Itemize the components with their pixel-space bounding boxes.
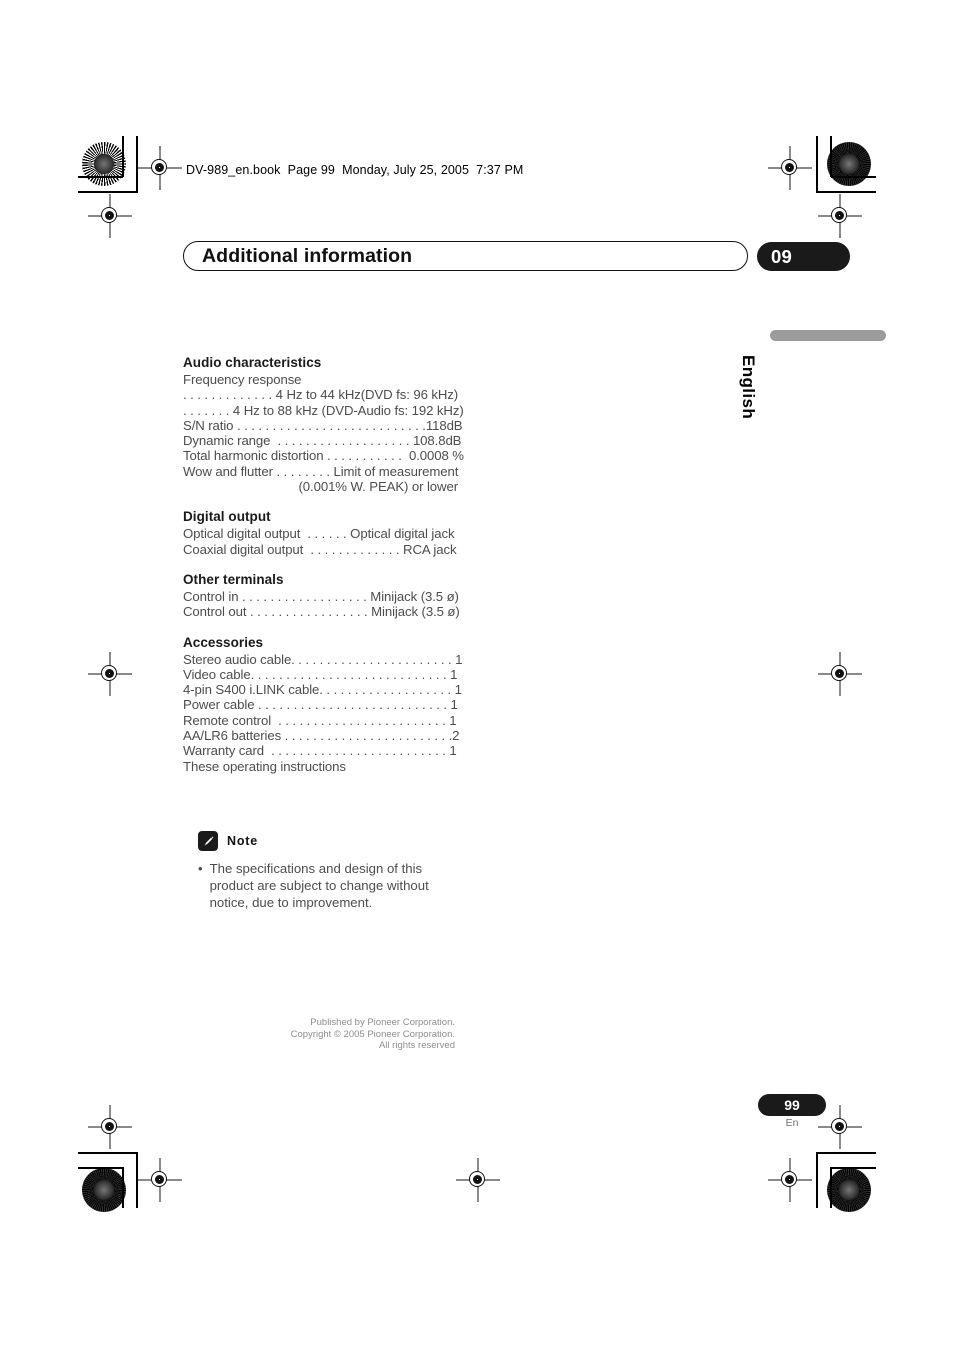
pencil-icon: [198, 831, 218, 851]
spec-line: Control out . . . . . . . . . . . . . . …: [183, 604, 460, 620]
spec-line: Warranty card . . . . . . . . . . . . . …: [183, 743, 457, 759]
spec-line: Video cable. . . . . . . . . . . . . . .…: [183, 666, 458, 682]
crop-mark-bottom-left-v2: [122, 1167, 124, 1208]
page-number-label: 99: [784, 1097, 800, 1113]
note-block: Note • The specifications and design of …: [198, 831, 458, 911]
note-header: Note: [198, 831, 458, 851]
spec-section: Accessories Stereo audio cable. . . . . .…: [183, 634, 463, 774]
crop-mark-bottom-right-h2: [831, 1167, 876, 1169]
crop-mark-top-left-h2: [78, 176, 123, 178]
crop-mark-bottom-right-v2: [830, 1167, 832, 1208]
registration-crosshair-middle-right: [818, 652, 862, 696]
crop-mark-top-left-v2: [122, 136, 124, 177]
registration-crosshair-lower-left: [88, 1105, 132, 1149]
crop-mark-top-right-v2: [830, 136, 832, 177]
registration-crosshair-bottom-right: [768, 1158, 812, 1202]
note-bullet: •: [198, 861, 203, 876]
footer-line-rights: All rights reserved: [378, 1040, 455, 1051]
crop-mark-top-right-h: [816, 191, 876, 193]
language-tab-bar: [770, 330, 886, 341]
spec-line: . . . . . . . 4 Hz to 88 kHz (DVD-Audio …: [183, 402, 464, 418]
registration-crosshair-upper-right: [818, 194, 862, 238]
spec-line: Total harmonic distortion . . . . . . . …: [183, 448, 464, 464]
chapter-number-badge: 09: [757, 242, 850, 271]
registration-crosshair-top-left: [138, 146, 182, 190]
spec-section: Other terminals Control in . . . . . . . …: [183, 571, 460, 620]
spec-section: Audio characteristics Frequency response.…: [183, 355, 464, 495]
specifications-column: Audio characteristics Frequency response.…: [183, 355, 464, 789]
spec-line: AA/LR6 batteries . . . . . . . . . . . .…: [183, 728, 460, 744]
spec-line: Frequency response: [183, 372, 302, 387]
note-body-text: The specifications and design of this pr…: [209, 861, 429, 910]
spec-section-heading: Digital output: [183, 509, 271, 525]
spec-section: Digital output Optical digital output . .…: [183, 509, 458, 557]
registration-crosshair-bottom-left: [138, 1158, 182, 1202]
page-language-code: En: [785, 1117, 799, 1129]
spec-line: . . . . . . . . . . . . . 4 Hz to 44 kHz…: [183, 387, 459, 403]
footer-line-published: Published by Pioneer Corporation.: [310, 1017, 455, 1028]
crop-mark-top-right-h2: [831, 176, 876, 178]
note-title: Note: [227, 834, 258, 848]
registration-crosshair-top-right: [768, 146, 812, 190]
spec-line: Coaxial digital output . . . . . . . . .…: [183, 541, 457, 557]
registration-crosshair-bottom-center: [456, 1158, 500, 1202]
registration-crosshair-middle-left: [88, 652, 132, 696]
registration-starburst-top-left: [82, 142, 126, 186]
page-number-badge: 99: [758, 1094, 826, 1116]
file-header-text: DV-989_en.book Page 99 Monday, July 25, …: [186, 163, 524, 177]
chapter-number-label: 09: [771, 246, 792, 267]
registration-starburst-top-right: [827, 142, 871, 186]
spec-line: S/N ratio . . . . . . . . . . . . . . . …: [183, 417, 463, 433]
page-title: Additional information: [202, 245, 413, 267]
spec-section-heading: Audio characteristics: [183, 355, 322, 370]
note-list-item: • The specifications and design of this …: [198, 860, 458, 911]
crop-mark-top-left-h: [78, 191, 138, 193]
spec-line: Remote control . . . . . . . . . . . . .…: [183, 712, 457, 728]
spec-line: (0.001% W. PEAK) or lower: [298, 479, 459, 495]
document-page: DV-989_en.book Page 99 Monday, July 25, …: [0, 0, 954, 1351]
spec-line: Power cable . . . . . . . . . . . . . . …: [183, 697, 458, 713]
spec-line: Wow and flutter . . . . . . . . Limit of…: [183, 463, 459, 479]
spec-line: Dynamic range . . . . . . . . . . . . . …: [183, 433, 462, 449]
spec-line: Stereo audio cable. . . . . . . . . . . …: [183, 651, 463, 667]
spec-section-heading: Other terminals: [183, 571, 284, 587]
registration-starburst-bottom-left: [82, 1168, 126, 1212]
footer-copyright: Published by Pioneer Corporation. Copyri…: [230, 1017, 455, 1052]
spec-line: 4-pin S400 i.LINK cable. . . . . . . . .…: [183, 682, 462, 698]
registration-crosshair-upper-left: [88, 194, 132, 238]
spec-line: Control in . . . . . . . . . . . . . . .…: [183, 588, 459, 604]
language-tab-label: English: [739, 355, 758, 420]
crop-mark-bottom-right-v: [816, 1152, 818, 1208]
footer-line-copyright: Copyright © 2005 Pioneer Corporation.: [290, 1028, 455, 1040]
crop-mark-bottom-left-h: [78, 1152, 138, 1154]
spec-section-heading: Accessories: [183, 634, 264, 650]
registration-starburst-bottom-right: [827, 1168, 871, 1212]
crop-mark-bottom-left-h2: [78, 1167, 123, 1169]
crop-mark-bottom-right-h: [816, 1152, 876, 1154]
spec-line: These operating instructions: [183, 758, 346, 774]
crop-mark-top-right-v: [816, 136, 818, 192]
spec-line: Optical digital output . . . . . . Optic…: [183, 526, 455, 542]
